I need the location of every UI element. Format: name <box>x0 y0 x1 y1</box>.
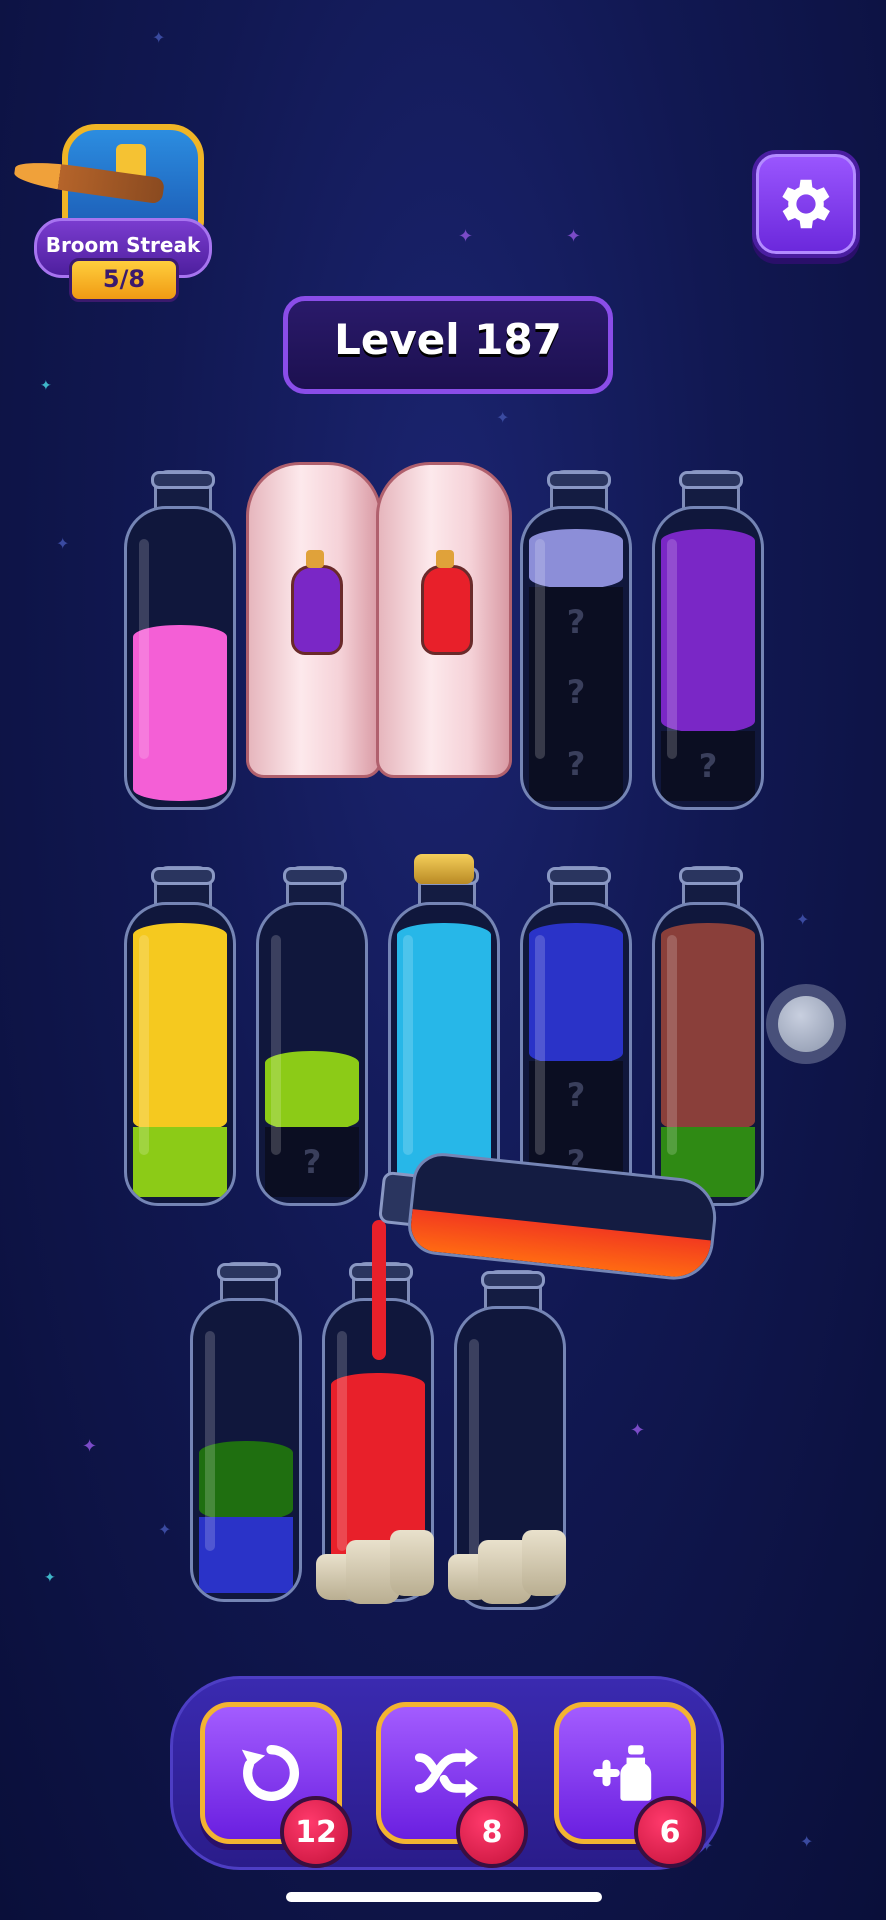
star-decoration: ✦ <box>458 226 474 247</box>
home-indicator[interactable] <box>286 1892 602 1902</box>
star-decoration: ✦ <box>82 1436 98 1457</box>
level-title: Level 187 <box>283 296 613 394</box>
covered-bottle-red[interactable] <box>376 462 512 778</box>
rocks-obstacle <box>316 1530 446 1604</box>
bottle-4[interactable]: ? ? ? <box>520 470 632 810</box>
star-decoration: ✦ <box>800 1832 814 1851</box>
bottle-9[interactable]: ? ? <box>520 866 632 1206</box>
broom-streak[interactable]: Broom Streak 5/8 <box>12 118 212 302</box>
rocks-obstacle <box>448 1530 578 1604</box>
add-bottle-icon <box>593 1745 652 1801</box>
star-decoration: ✦ <box>152 28 166 47</box>
undo-count-badge: 12 <box>280 1796 352 1868</box>
star-decoration: ✦ <box>56 534 70 553</box>
drag-handle[interactable] <box>766 984 846 1064</box>
bottle-6[interactable] <box>124 866 236 1206</box>
bottle-10[interactable] <box>652 866 764 1206</box>
star-decoration: ✦ <box>796 910 810 929</box>
bottle-7[interactable]: ? <box>256 866 368 1206</box>
red-potion-icon <box>421 550 473 655</box>
add-bottle-count-badge: 6 <box>634 1796 706 1868</box>
bottle-11[interactable] <box>190 1262 302 1602</box>
bottle-5[interactable]: ? <box>652 470 764 810</box>
star-decoration: ✦ <box>158 1520 172 1539</box>
game-screen: ✦ ✦ ✦ ✦ ✦ ✦ ✦ ✦ ✦ ✦ ✦ ✦ ✦ ✦ Broom Streak… <box>0 0 886 1920</box>
covered-bottle-purple[interactable] <box>246 462 382 778</box>
cork-icon <box>414 854 474 884</box>
gear-icon <box>782 179 830 229</box>
settings-button[interactable] <box>752 150 860 258</box>
star-decoration: ✦ <box>44 1570 56 1586</box>
shuffle-count-badge: 8 <box>456 1796 528 1868</box>
star-decoration: ✦ <box>566 226 582 247</box>
streak-count: 5/8 <box>69 258 179 302</box>
purple-potion-icon <box>291 550 343 655</box>
star-decoration: ✦ <box>496 408 510 427</box>
star-decoration: ✦ <box>40 378 52 394</box>
bottle-1[interactable] <box>124 470 236 810</box>
star-decoration: ✦ <box>630 1420 646 1441</box>
shuffle-icon <box>414 1748 478 1798</box>
undo-icon <box>241 1745 300 1801</box>
